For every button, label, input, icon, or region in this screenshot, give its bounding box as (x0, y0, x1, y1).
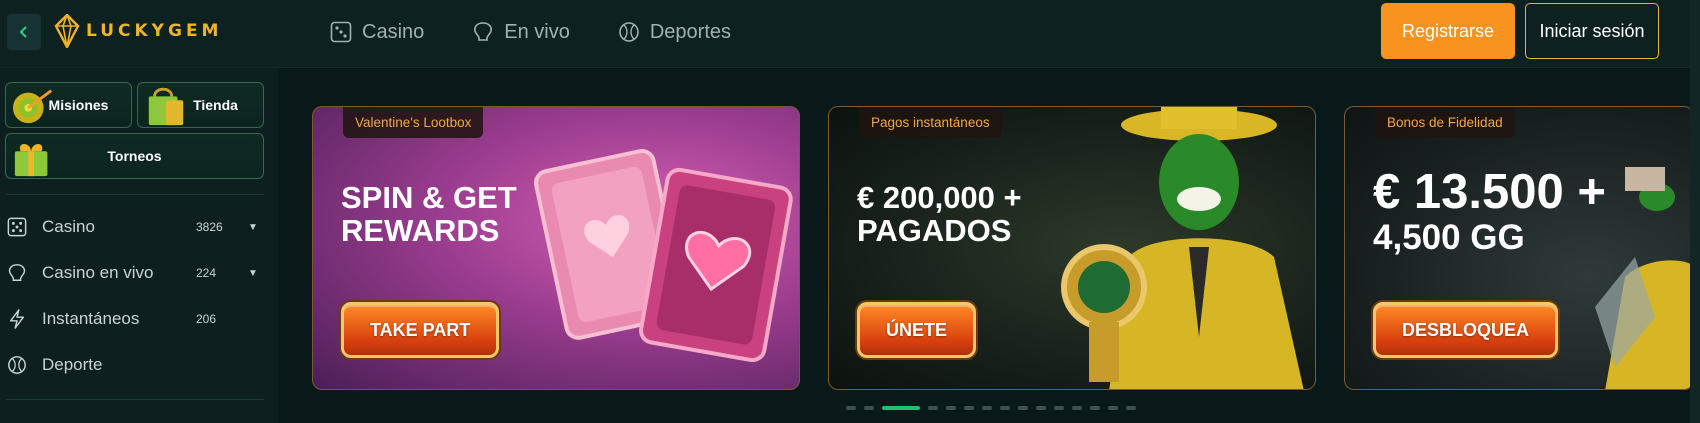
carousel-dot[interactable] (1090, 406, 1100, 410)
sidebar-item-label: Deporte (42, 355, 103, 374)
headline-line: REWARDS (341, 212, 500, 248)
promo-shop-label: Tienda (193, 97, 238, 113)
sidebar-item-label: Casino (42, 217, 95, 236)
promo-shop[interactable]: Tienda (137, 82, 264, 128)
dice-icon (330, 21, 352, 43)
game-count: 206 (196, 312, 217, 326)
carousel-dot[interactable] (1072, 406, 1082, 410)
caret-down-icon[interactable]: ▼ (248, 268, 258, 279)
headline-line: € 13.500 + (1373, 165, 1606, 219)
headline-line: SPIN & GET (341, 180, 517, 215)
sidebar-item-sports[interactable]: Deporte (6, 350, 264, 380)
gem-logo-icon (54, 14, 80, 48)
chevron-left-icon (19, 26, 27, 38)
green-mask-man-illustration (1061, 107, 1304, 389)
headline-line: PAGADOS (857, 212, 1012, 248)
sidebar-item-casino[interactable]: Casino 3826 ▼ (6, 212, 264, 242)
headline-line: € 200,000 + (857, 180, 1022, 215)
brand-logo[interactable]: LUCKYGEM (54, 14, 222, 48)
carousel-dot[interactable] (1000, 406, 1010, 410)
join-button[interactable]: ÚNETE (857, 302, 977, 358)
sidebar-divider (6, 194, 264, 195)
promo-carousel: Valentine's Lootbox SPIN & GET REWARDS T… (278, 68, 1694, 423)
nav-sports[interactable]: Deportes (618, 18, 731, 46)
game-count: 224 (196, 266, 217, 280)
green-mask-man-partial-illustration (1595, 167, 1693, 389)
brand-name: LUCKYGEM (86, 21, 223, 41)
sidebar-item-live-casino[interactable]: Casino en vivo 224 ▼ (6, 258, 264, 288)
carousel-dot[interactable] (964, 406, 974, 410)
heart-cards-illustration (533, 149, 793, 363)
ball-icon (6, 354, 28, 376)
game-count: 3826 (196, 220, 223, 234)
promo-tournaments[interactable]: Torneos (5, 133, 264, 179)
banner-headline: SPIN & GET REWARDS (341, 180, 517, 248)
carousel-dot[interactable] (1018, 406, 1028, 410)
sidebar-item-instant[interactable]: Instantáneos 206 (6, 304, 264, 334)
carousel-dot[interactable] (1054, 406, 1064, 410)
carousel-dot[interactable] (864, 406, 874, 410)
carousel-dot[interactable] (946, 406, 956, 410)
banner-headline: € 200,000 + PAGADOS (857, 180, 1022, 248)
collapse-sidebar-button[interactable] (7, 14, 41, 50)
lightning-icon (6, 308, 28, 330)
gift-box-icon (14, 144, 48, 177)
sidebar: Misiones Tienda Torneos Casino 3826 ▼ Ca… (0, 68, 278, 423)
nav-live-label: En vivo (504, 20, 570, 43)
take-part-button[interactable]: TAKE PART (341, 302, 500, 358)
shopping-bag-icon (148, 87, 184, 126)
live-chip-icon (474, 22, 493, 41)
caret-down-icon[interactable]: ▼ (248, 222, 258, 233)
nav-sports-label: Deportes (649, 20, 732, 43)
banner-instant-payouts[interactable]: Pagos instantáneos € 200,000 + PAGADOS Ú… (828, 106, 1316, 390)
promo-tournaments-label: Torneos (107, 148, 162, 164)
unlock-button[interactable]: DESBLOQUEA (1373, 302, 1559, 358)
carousel-dot[interactable] (1108, 406, 1118, 410)
ball-icon (619, 22, 639, 42)
banner-valentines[interactable]: Valentine's Lootbox SPIN & GET REWARDS T… (312, 106, 800, 390)
banner-tag: Valentine's Lootbox (343, 107, 484, 138)
banner-headline: € 13.500 + 4,500 GG (1373, 165, 1606, 258)
sidebar-item-label: Casino en vivo (42, 263, 154, 282)
headline-line: 4,500 GG (1373, 218, 1525, 258)
dice-icon (6, 216, 28, 238)
banner-tag: Pagos instantáneos (859, 107, 1002, 138)
carousel-dot[interactable] (1036, 406, 1046, 410)
promo-missions-label: Misiones (48, 97, 109, 113)
top-header: LUCKYGEM Casino En vivo Deportes Registr… (0, 0, 1700, 68)
carousel-dot[interactable] (1126, 406, 1136, 410)
nav-casino[interactable]: Casino (330, 18, 424, 46)
live-chip-icon (6, 262, 28, 284)
main-nav: Casino En vivo Deportes (330, 18, 779, 46)
promo-missions[interactable]: Misiones (5, 82, 132, 128)
carousel-dots (846, 406, 1136, 410)
page-scrollbar[interactable] (1690, 0, 1700, 423)
nav-live[interactable]: En vivo (472, 18, 570, 46)
sidebar-item-label: Instantáneos (42, 309, 140, 328)
carousel-dot-active[interactable] (882, 406, 920, 410)
banner-loyalty-bonus[interactable]: Bonos de Fidelidad € 13.500 + 4,500 GG D… (1344, 106, 1694, 390)
banner-tag: Bonos de Fidelidad (1375, 107, 1515, 138)
nav-casino-label: Casino (362, 20, 425, 43)
carousel-dot[interactable] (982, 406, 992, 410)
login-button[interactable]: Iniciar sesión (1525, 3, 1659, 59)
register-button[interactable]: Registrarse (1381, 3, 1515, 59)
carousel-dot[interactable] (846, 406, 856, 410)
sidebar-divider (6, 399, 264, 400)
carousel-dot[interactable] (928, 406, 938, 410)
